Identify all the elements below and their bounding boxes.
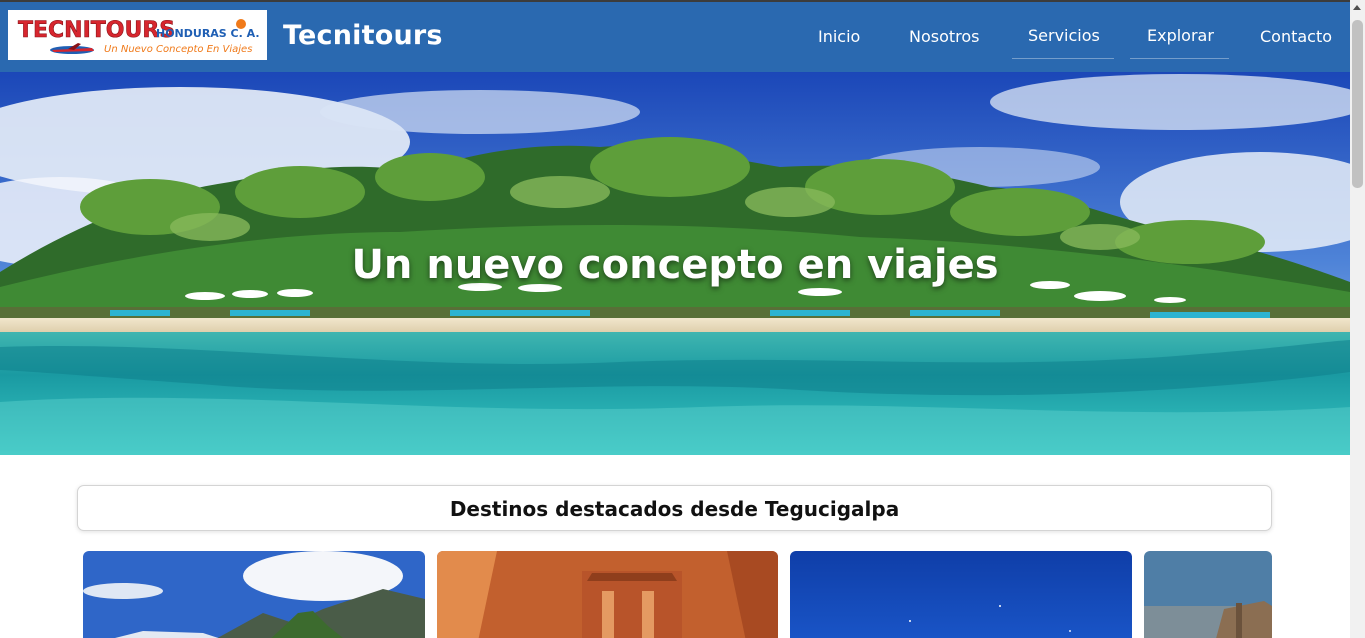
nav-explorar-underline — [1130, 58, 1229, 59]
destination-card-machu-picchu[interactable] — [83, 551, 425, 638]
page: TECNITOURS HONDURAS C. A. Un Nuevo Conce… — [0, 0, 1365, 638]
nav-contacto[interactable]: Contacto — [1260, 27, 1332, 46]
nav-inicio[interactable]: Inicio — [818, 27, 860, 46]
hero-banner: Un nuevo concepto en viajes — [0, 72, 1350, 455]
destination-card-petra[interactable] — [437, 551, 778, 638]
nav-servicios[interactable]: Servicios — [1028, 26, 1100, 45]
hero-title: Un nuevo concepto en viajes — [351, 242, 999, 288]
logo[interactable]: TECNITOURS HONDURAS C. A. Un Nuevo Conce… — [8, 10, 267, 60]
featured-destinations-title: Destinos destacados desde Tegucigalpa — [449, 497, 900, 521]
destination-card-night-sky[interactable] — [790, 551, 1132, 638]
destination-image — [437, 551, 778, 638]
airplane-logo-icon — [50, 43, 94, 54]
destination-image — [790, 551, 1132, 638]
logo-sun-icon — [236, 19, 246, 29]
nav-explorar[interactable]: Explorar — [1147, 26, 1214, 45]
nav-servicios-underline — [1012, 58, 1114, 59]
brand-name[interactable]: Tecnitours — [283, 20, 443, 51]
scroll-up-arrow-icon[interactable] — [1353, 5, 1361, 10]
destination-image — [1144, 551, 1272, 638]
scrollbar-thumb[interactable] — [1352, 20, 1363, 188]
destination-card-ruins[interactable] — [1144, 551, 1272, 638]
destination-image — [83, 551, 425, 638]
logo-artwork: TECNITOURS HONDURAS C. A. Un Nuevo Conce… — [18, 18, 260, 55]
featured-destinations-header: Destinos destacados desde Tegucigalpa — [77, 485, 1272, 531]
logo-tagline: Un Nuevo Concepto En Viajes — [104, 44, 252, 55]
logo-main-text: TECNITOURS — [18, 18, 175, 43]
logo-sub-text: HONDURAS C. A. — [156, 27, 260, 40]
nav-nosotros[interactable]: Nosotros — [909, 27, 980, 46]
navbar: TECNITOURS HONDURAS C. A. Un Nuevo Conce… — [0, 2, 1350, 72]
